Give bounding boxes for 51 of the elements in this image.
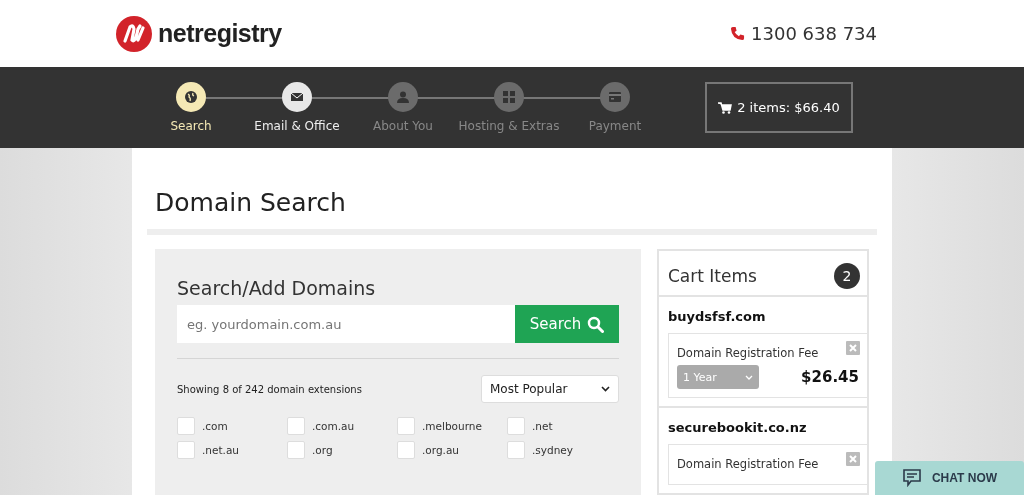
chevron-icon [745, 374, 753, 380]
progress-step[interactable]: Payment [562, 82, 668, 133]
extension-label[interactable]: .com [202, 420, 228, 432]
checkbox[interactable] [177, 417, 195, 435]
domain-search-field[interactable]: eg. yourdomain.com.au [177, 305, 515, 343]
envelope-icon [290, 90, 304, 104]
cart-icon [718, 101, 733, 114]
remove-icon[interactable] [846, 341, 860, 355]
chevron-icon [601, 386, 610, 392]
remove-icon[interactable] [846, 452, 860, 466]
checkbox[interactable] [177, 441, 195, 459]
checkbox[interactable] [397, 417, 415, 435]
logo-text[interactable]: netregistry [158, 19, 282, 48]
progress-step[interactable]: Hosting & Extras [456, 82, 562, 133]
extension-label[interactable]: .com.au [312, 420, 355, 432]
item-count-badge: 2 [834, 263, 860, 289]
progress-step[interactable]: Search [138, 82, 244, 133]
grid-icon [502, 90, 516, 104]
extension-label[interactable]: .net.au [202, 444, 239, 456]
checkbox[interactable] [287, 441, 305, 459]
search-icon [587, 315, 605, 333]
credit-card-icon [608, 90, 622, 104]
globe-icon [184, 90, 198, 104]
user-icon [396, 90, 410, 104]
extension-label[interactable]: .melbourne [422, 420, 482, 432]
price: $26.45 [801, 368, 859, 386]
progress-step[interactable]: About You [350, 82, 456, 133]
checkbox[interactable] [507, 441, 525, 459]
phone-icon [730, 26, 746, 41]
extension-label[interactable]: .org.au [422, 444, 459, 456]
checkbox[interactable] [287, 417, 305, 435]
progress-step[interactable]: Email & Office [244, 82, 350, 133]
checkbox[interactable] [507, 417, 525, 435]
chat-icon [901, 469, 922, 487]
chat-button[interactable]: CHAT NOW [875, 461, 1024, 495]
extension-count-text: Showing 8 of 242 domain extensions [177, 383, 362, 395]
logo-icon [116, 15, 152, 52]
domain-name: buydsfsf.com [668, 309, 767, 324]
cart-button[interactable]: 2 items: $66.40 [705, 82, 853, 133]
cart-title: Cart Items [668, 266, 757, 286]
extension-label[interactable]: .net [532, 420, 553, 432]
page-title: Domain Search [155, 188, 347, 217]
checkbox[interactable] [397, 441, 415, 459]
fee-label: Domain Registration Fee [677, 346, 819, 360]
domain-name: securebookit.co.nz [668, 420, 808, 435]
extension-label[interactable]: .sydney [532, 444, 573, 456]
extension-label[interactable]: .org [312, 444, 333, 456]
sort-dropdown[interactable]: Most Popular [481, 375, 619, 403]
phone-number[interactable]: 1300 638 734 [751, 23, 877, 44]
fee-label: Domain Registration Fee [677, 457, 819, 471]
panel-title: Search/Add Domains [177, 277, 377, 299]
